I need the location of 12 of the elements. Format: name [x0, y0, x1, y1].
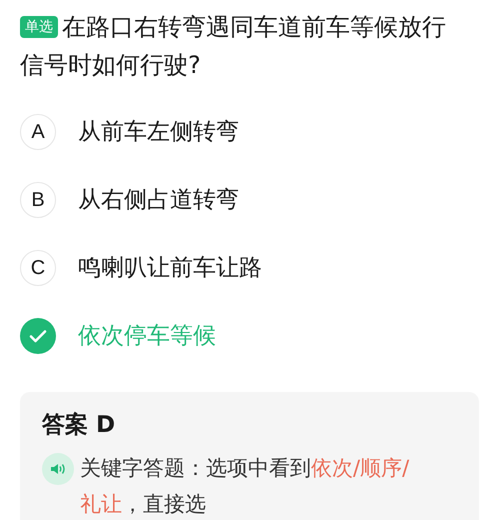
- check-icon[interactable]: [20, 318, 56, 354]
- option-letter[interactable]: C: [20, 250, 56, 286]
- option-text[interactable]: 从右侧占道转弯: [78, 182, 239, 218]
- tip-text: 关键字答题：选项中看到依次/顺序/礼让，直接选: [80, 455, 410, 518]
- question-text: 单选 在路口右转弯遇同车道前车等候放行信号时如何行驶?: [20, 13, 446, 79]
- option-text[interactable]: 鸣喇叭让前车让路: [78, 250, 262, 286]
- option-letter[interactable]: A: [20, 114, 56, 150]
- answer-title: 答案 D: [42, 410, 116, 440]
- option-text[interactable]: 从前车左侧转弯: [78, 114, 239, 150]
- speaker-icon[interactable]: [42, 453, 74, 485]
- option-letter[interactable]: B: [20, 182, 56, 218]
- single-choice-badge: 单选: [20, 16, 58, 38]
